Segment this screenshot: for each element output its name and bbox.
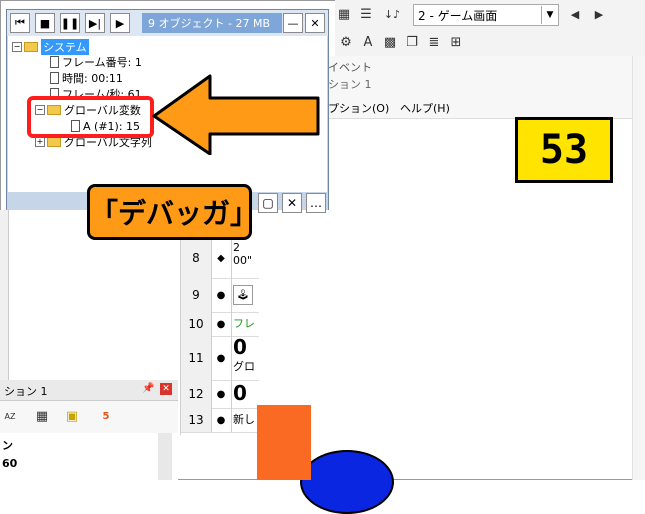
step-icon[interactable]: ▶| bbox=[85, 13, 105, 33]
table-icon[interactable]: ▦ bbox=[34, 408, 50, 424]
panel-toolbar: AZ ▦ ▣ 5 bbox=[0, 401, 178, 434]
table-row[interactable]: 9 ● 🕹 bbox=[181, 278, 259, 313]
close-icon[interactable]: ✕ bbox=[305, 13, 325, 33]
table-row[interactable]: 13 ● 新し bbox=[181, 408, 259, 433]
vertical-scrollbar[interactable] bbox=[632, 56, 645, 480]
list-icon[interactable]: ☰ bbox=[357, 5, 375, 23]
event-table: 8 ◆ 2 00" 9 ● 🕹 10 ● フレー 11 ● 0 グロー 12 ●… bbox=[180, 210, 259, 435]
html5-icon[interactable]: 5 bbox=[98, 408, 114, 424]
options-window: イベント ション 1 プション(O) ヘルプ(H) bbox=[318, 56, 645, 119]
folder-icon bbox=[47, 137, 61, 147]
table-row[interactable]: 10 ● フレー bbox=[181, 312, 259, 337]
scene-select[interactable]: 2 - ゲーム画面 ▼ bbox=[413, 4, 559, 26]
document-icon bbox=[50, 72, 59, 84]
bullet-icon: ● bbox=[211, 312, 232, 336]
row-number: 8 bbox=[181, 238, 212, 278]
table-row[interactable]: 11 ● 0 グロー bbox=[181, 336, 259, 381]
row-number: 10 bbox=[181, 312, 212, 336]
options-tab-event[interactable]: イベント bbox=[328, 59, 372, 75]
panel-header: ション 1 📌 ✕ bbox=[0, 380, 178, 401]
arrow-icon bbox=[152, 74, 320, 155]
row-text: 新し bbox=[233, 413, 255, 426]
panel-value: 60 bbox=[2, 457, 18, 470]
debugger-callout: 「デバッガ」 bbox=[87, 184, 258, 240]
close-icon[interactable]: ✕ bbox=[160, 383, 172, 395]
align-icon[interactable]: ⊞ bbox=[447, 33, 465, 51]
object-properties-icon[interactable]: ⚙ bbox=[337, 33, 355, 51]
bullet-icon: ● bbox=[211, 336, 232, 380]
bullet-icon: ● bbox=[211, 380, 232, 408]
pause-icon[interactable]: ❚❚ bbox=[60, 13, 80, 33]
row-number: 9 bbox=[181, 278, 212, 312]
debugger-status: 9 オブジェクト - 27 MB bbox=[142, 13, 282, 33]
pin-icon[interactable]: 📌 bbox=[142, 383, 154, 394]
next-scene-icon[interactable]: ▶ bbox=[591, 5, 607, 23]
add-watch-icon[interactable]: ▢ bbox=[258, 193, 278, 213]
blue-object bbox=[300, 450, 394, 514]
tree-node-frame-number[interactable]: フレーム番号: 1 bbox=[50, 55, 142, 69]
score-display: 53 bbox=[515, 117, 613, 183]
options-window-title: ション 1 bbox=[328, 78, 372, 91]
expand-icon: + bbox=[35, 137, 45, 147]
menu-option[interactable]: プション(O) bbox=[328, 100, 389, 116]
bullet-icon: ● bbox=[211, 278, 232, 312]
chevron-down-icon[interactable]: ▼ bbox=[541, 6, 558, 24]
comment-icon[interactable]: ▣ bbox=[64, 408, 80, 424]
row-text: 🕹 bbox=[233, 278, 259, 312]
document-icon bbox=[50, 56, 59, 68]
panel-title: ション 1 bbox=[4, 385, 48, 398]
menu-help[interactable]: ヘルプ(H) bbox=[400, 100, 450, 116]
row-text: 0 グロー bbox=[233, 336, 255, 380]
more-icon[interactable]: … bbox=[306, 193, 326, 213]
grid-icon[interactable]: ▦ bbox=[335, 5, 353, 23]
tree-node-system[interactable]: − システム bbox=[12, 39, 89, 55]
tree-node-time[interactable]: 時間: 00:11 bbox=[50, 71, 123, 85]
row-text: 0 bbox=[233, 381, 247, 405]
play-icon[interactable]: ▶ bbox=[110, 13, 130, 33]
scene-select-value: 2 - ゲーム画面 bbox=[418, 8, 498, 23]
sort-alpha-icon[interactable]: AZ bbox=[2, 408, 18, 424]
row-text: 2 00" bbox=[233, 241, 253, 267]
folder-icon bbox=[24, 42, 38, 52]
prev-scene-icon[interactable]: ◀ bbox=[567, 5, 583, 23]
panel-scrollbar[interactable] bbox=[158, 433, 172, 480]
remove-icon[interactable]: ✕ bbox=[282, 193, 302, 213]
debugger-toolbar: ⏮ ■ ❚❚ ▶| ▶ 9 オブジェクト - 27 MB — ✕ bbox=[7, 10, 328, 36]
panel-body: ン 60 bbox=[0, 433, 178, 480]
main-toolbar: ▦ ☰ ↓♪ 2 - ゲーム画面 ▼ ◀ ▶ bbox=[335, 0, 645, 31]
layers-icon[interactable]: ≣ bbox=[425, 33, 443, 51]
joystick-icon: 🕹 bbox=[233, 285, 253, 305]
left-strip bbox=[0, 210, 9, 380]
orange-object bbox=[257, 405, 311, 480]
table-row[interactable]: 12 ● 0 bbox=[181, 380, 259, 409]
stop-icon[interactable]: ■ bbox=[35, 13, 55, 33]
pattern-icon[interactable]: ▩ bbox=[381, 33, 399, 51]
restart-icon[interactable]: ⏮ bbox=[10, 13, 30, 33]
highlight-box bbox=[27, 96, 154, 138]
text-object-icon[interactable]: A bbox=[359, 33, 377, 51]
row-number: 13 bbox=[181, 408, 212, 432]
bullet-icon: ● bbox=[211, 408, 232, 432]
row-text: フレー bbox=[233, 317, 255, 330]
copy-object-icon[interactable]: ❐ bbox=[403, 33, 421, 51]
object-toolbar: ⚙ A ▩ ❐ ≣ ⊞ bbox=[335, 30, 645, 57]
row-number: 11 bbox=[181, 336, 212, 380]
bullet-icon: ◆ bbox=[211, 238, 232, 278]
row-number: 12 bbox=[181, 380, 212, 408]
sort-icon[interactable]: ↓♪ bbox=[381, 5, 403, 23]
table-row[interactable]: 8 ◆ 2 00" bbox=[181, 238, 259, 279]
panel-heading: ン bbox=[2, 439, 13, 452]
collapse-icon: − bbox=[12, 42, 22, 52]
minimize-icon[interactable]: — bbox=[283, 13, 303, 33]
